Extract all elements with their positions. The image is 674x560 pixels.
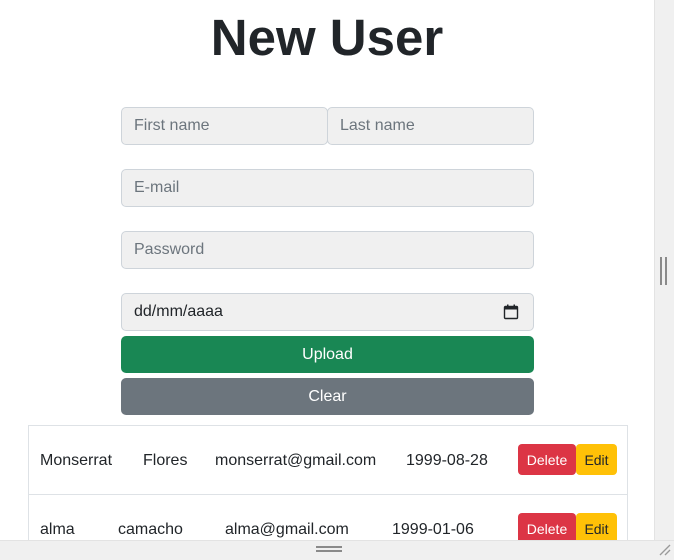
user-birthdate: 1999-08-28 xyxy=(406,452,488,469)
horizontal-resize-grip-icon[interactable] xyxy=(316,546,342,552)
delete-user-button[interactable]: Delete xyxy=(518,513,576,540)
birthdate-placeholder: dd/mm/aaaa xyxy=(134,303,223,320)
user-last-name: Flores xyxy=(143,452,188,469)
clear-button[interactable]: Clear xyxy=(121,378,534,415)
user-first-name: alma xyxy=(40,521,75,538)
page-title: New User xyxy=(210,9,444,66)
upload-button[interactable]: Upload xyxy=(121,336,534,373)
user-first-name: Monserrat xyxy=(40,452,113,469)
calendar-icon[interactable] xyxy=(503,304,519,320)
delete-user-button[interactable]: Delete xyxy=(518,444,576,475)
last-name-input[interactable] xyxy=(327,107,534,145)
password-input[interactable] xyxy=(121,231,534,269)
user-email: alma@gmail.com xyxy=(225,521,349,538)
table-row: Monserrat Flores monserrat@gmail.com 199… xyxy=(28,425,628,495)
email-input[interactable] xyxy=(121,169,534,207)
user-email: monserrat@gmail.com xyxy=(215,452,377,469)
birthdate-input[interactable]: dd/mm/aaaa xyxy=(121,293,534,331)
corner-resize-grip-icon[interactable] xyxy=(656,541,672,557)
vertical-resize-grip-icon[interactable] xyxy=(660,257,667,285)
edit-user-button[interactable]: Edit xyxy=(576,513,617,540)
edit-user-button[interactable]: Edit xyxy=(576,444,617,475)
first-name-input[interactable] xyxy=(121,107,328,145)
table-row: alma camacho alma@gmail.com 1999-01-06 D… xyxy=(28,494,628,540)
page-content: New User dd/mm/aaaa Upload Clear Monserr… xyxy=(0,0,654,540)
user-last-name: camacho xyxy=(118,521,183,538)
user-birthdate: 1999-01-06 xyxy=(392,521,474,538)
